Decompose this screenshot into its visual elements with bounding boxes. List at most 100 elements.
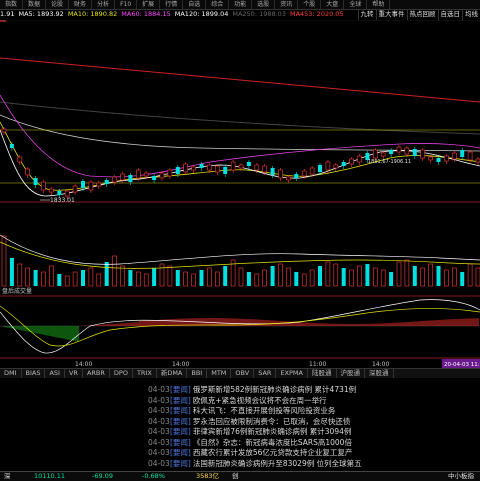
menu-item[interactable]: 选股 [252,0,275,9]
candle [49,187,53,195]
indicator-tab[interactable]: OBV [231,369,254,378]
volume-bar [271,266,275,286]
volume-bar [294,272,298,286]
menu-item[interactable]: 财务 [69,0,92,9]
right-tab[interactable]: 重大事件 [376,9,407,20]
volume-bar [57,274,61,286]
menu-item[interactable]: 数据 [23,0,46,9]
indicator-tab[interactable]: DPO [110,369,133,378]
news-title: 俄罗斯新增582例新冠肺炎确诊病例 累计4731例 [193,385,356,394]
menu-item[interactable]: 分析 [92,0,115,9]
menu-item[interactable]: 自选 [183,0,206,9]
news-date: 04-03 [148,406,170,417]
news-item[interactable]: 04-03[要闻]欧佩克+紧急视频会议将不会在周一举行 [148,396,480,407]
low-price-label: 1833.01 [50,197,75,204]
volume-bar [255,274,259,286]
volume-bar [128,270,132,286]
indicator-tab[interactable]: 陆股通 [308,369,337,378]
candle [279,168,283,181]
candle [97,181,101,189]
chart-area[interactable]: 1833.01 1891.67-1906.11 盘后成交量 14:00 14:0… [0,20,480,368]
indicator-tab[interactable]: BIAS [22,369,46,378]
menu-item[interactable]: 扩展 [137,0,160,9]
indicator-tab[interactable]: ASI [45,369,65,378]
volume-bar [49,266,53,286]
time-label: 14:00 [75,361,92,368]
news-title: 罗永浩回应被限制消费令：已取消，会尽快还债 [193,417,351,426]
news-item[interactable]: 04-03[要闻]《自然》杂志：新冠病毒浓度比SARS高1000倍 [148,438,480,449]
volume-bar [144,274,148,286]
news-item[interactable]: 04-03[要闻]罗永浩回应被限制消费令：已取消，会尽快还债 [148,417,480,428]
volume-bar [358,266,362,286]
candle [192,165,196,173]
news-tag: [要闻] [170,396,191,405]
volume-bar [350,270,354,286]
menu-item[interactable]: 大盘 [321,0,344,9]
volume-bar [10,258,14,286]
volume-bar [26,268,30,286]
volume-bar [215,272,219,286]
indicator-tab[interactable]: 新DMA [157,369,188,378]
menu-item[interactable]: 论股 [46,0,69,9]
volume-bar [429,264,433,286]
time-label: 14:00 [172,361,189,368]
menu-item[interactable]: 功能 [229,0,252,9]
right-tab[interactable]: 热点回顾 [407,9,438,20]
news-item[interactable]: 04-03[要闻]科大讯飞：不直接开展创投等风险投资业务 [148,406,480,417]
right-tab[interactable]: 均线 [462,9,480,20]
candle [397,145,401,155]
indicator-tab[interactable]: ARBR [83,369,110,378]
menu-item[interactable]: 行情 [160,0,183,9]
candle [105,178,109,187]
candle [2,127,6,135]
indicator-tab[interactable]: MTM [207,369,231,378]
volume-bar [152,268,156,286]
right-tabs: 九转重大事件热点回顾自选日均线 [358,9,480,20]
news-item[interactable]: 04-03[要闻]法国新冠肺炎确诊病例升至83029例 位列全球第五 [148,459,480,470]
candle [168,168,172,179]
ma-readout: MA250: 1988.03 [232,10,286,18]
menu-item[interactable]: F10 [115,0,137,9]
volume-bar [105,262,109,286]
volume-bar [421,268,425,286]
volume-bar [168,266,172,286]
news-title: 西藏农行累计发放56亿元贷款支持企业复工复产 [193,448,353,457]
menu-item[interactable]: 综合 [206,0,229,9]
volume-bar [452,268,456,286]
volume-bar [279,264,283,286]
right-tab[interactable]: 九转 [358,9,376,20]
volume-bar [81,270,85,286]
volume-bar [113,256,117,286]
candle [334,163,338,171]
candle [247,160,251,169]
volume-bar [42,272,46,286]
right-tab[interactable]: 自选日 [438,9,463,20]
indicator-tab[interactable]: 沪股通 [337,369,366,378]
indicator-tab[interactable]: SAR [254,369,276,378]
candle [358,154,362,165]
news-item[interactable]: 04-03[要闻]俄罗斯新增582例新冠肺炎确诊病例 累计4731例 [148,385,480,396]
candle [444,154,448,164]
volume-bar [136,272,140,286]
menu-item[interactable]: 资讯 [275,0,298,9]
menu-item[interactable]: 指数 [0,0,23,9]
news-title: 科大讯飞：不直接开展创投等风险投资业务 [193,406,336,415]
menu-item[interactable]: 个股 [298,0,321,9]
volume-bar [200,270,204,286]
indicator-tab[interactable]: VR [65,369,83,378]
indicator-tab[interactable]: EXPMA [276,369,308,378]
indicator-tab[interactable]: BBI [187,369,207,378]
news-item[interactable]: 04-03[要闻]西藏农行累计发放56亿元贷款支持企业复工复产 [148,448,480,459]
menu-item[interactable]: 全球 [344,0,367,9]
volume-bar [34,270,38,286]
volume-bar [310,270,314,286]
menu-item[interactable]: 帮助 [367,0,390,9]
indicator-tab[interactable]: 深股通 [365,369,394,378]
candle [10,142,14,151]
indicator-tab[interactable]: TRIX [133,369,157,378]
candle [34,176,38,188]
volume-bar [476,268,480,286]
volume-bar [342,268,346,286]
news-item[interactable]: 04-03[要闻]菲律宾新增76例新冠肺炎确诊病例 累计3094例 [148,427,480,438]
indicator-tab[interactable]: DMI [0,369,22,378]
